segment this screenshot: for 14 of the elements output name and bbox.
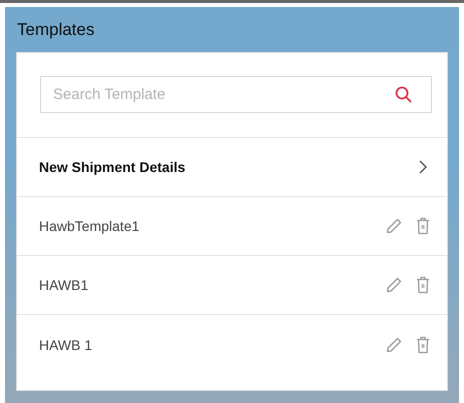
trash-icon[interactable]	[416, 217, 430, 235]
chevron-right-icon[interactable]	[419, 160, 427, 174]
pencil-icon[interactable]	[386, 218, 402, 234]
search-icon[interactable]	[395, 86, 412, 103]
panel-title: Templates	[16, 19, 96, 41]
list-item[interactable]: New Shipment Details	[39, 159, 186, 175]
trash-icon[interactable]	[416, 276, 430, 294]
template-name[interactable]: HawbTemplate1	[39, 218, 140, 234]
pencil-icon[interactable]	[386, 277, 402, 293]
template-name[interactable]: HAWB1	[39, 277, 88, 293]
pencil-icon[interactable]	[386, 336, 402, 352]
template-name[interactable]: HAWB 1	[39, 336, 92, 352]
search-field[interactable]: Search Template	[40, 76, 432, 113]
trash-icon[interactable]	[416, 336, 430, 354]
